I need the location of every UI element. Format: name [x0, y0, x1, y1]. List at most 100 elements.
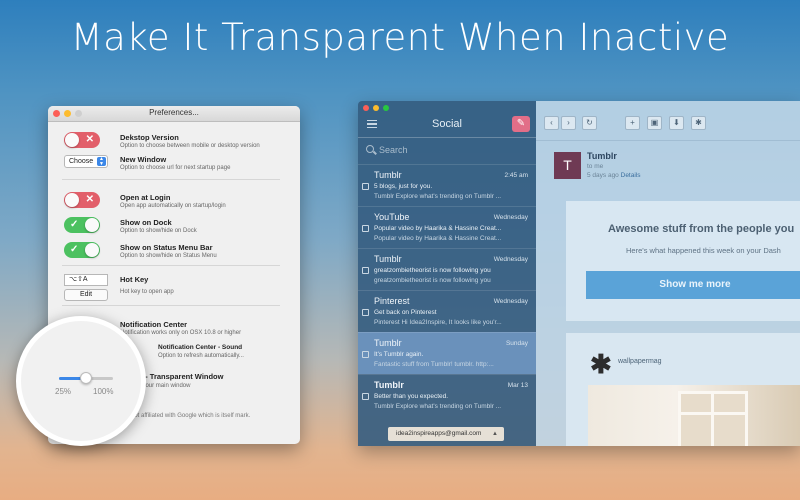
show-me-more-button[interactable]: Show me more: [586, 271, 800, 299]
slider-min-label: 25%: [55, 387, 72, 396]
post-image: [588, 385, 800, 446]
message-time: Wednesday: [493, 214, 528, 221]
email-card: Awesome stuff from the people you Here's…: [566, 201, 800, 321]
hotkey-field[interactable]: ⌥⇧A: [64, 274, 108, 286]
magnifier-lens: 25% 100%: [16, 316, 146, 446]
message-list-pane: Social ✎ Search Tumblr 2:45 am 5 blogs, …: [358, 101, 536, 446]
headline: Make It Transparent When Inactive: [70, 16, 730, 59]
message-preview: Tumblr Explore what's trending on Tumblr…: [374, 403, 502, 410]
preferences-titlebar: Preferences...: [48, 106, 300, 122]
transparency-slider[interactable]: [59, 372, 113, 384]
choose-label: Choose: [69, 158, 94, 165]
message-time: Wednesday: [493, 298, 528, 305]
pref-subtitle: Option to show/hide on Status Menu: [120, 253, 217, 259]
minimize-button[interactable]: [373, 105, 379, 111]
divider: [358, 137, 536, 138]
settings-button[interactable]: ✱: [691, 116, 706, 130]
details-link[interactable]: Details: [621, 172, 641, 179]
triangle-up-icon: ▲: [492, 431, 498, 437]
sender-name: Tumblr: [587, 151, 617, 161]
window-controls: [363, 105, 389, 111]
plus-icon: +: [630, 118, 635, 127]
pref-subtitle: Notification works only on OSX 10.8 or h…: [120, 330, 242, 336]
show-on-status-menu-toggle[interactable]: ✓: [64, 242, 100, 258]
search-placeholder: Search: [379, 145, 408, 155]
open-at-login-toggle[interactable]: ✕: [64, 192, 100, 208]
pref-title: Show on Status Menu Bar: [120, 243, 213, 252]
message-checkbox[interactable]: [362, 183, 369, 190]
message-preview: Fantastic stuff from Tumblr! tumblr. htt…: [374, 361, 494, 368]
download-icon: ⬇: [673, 118, 680, 127]
message-sender: Tumblr: [374, 338, 402, 348]
search-input[interactable]: Search: [366, 143, 528, 157]
message-item[interactable]: Pinterest Wednesday Get back on Pinteres…: [358, 290, 536, 332]
message-subject: It's Tumblr again.: [374, 351, 424, 358]
message-item-selected[interactable]: Tumblr Sunday It's Tumblr again. Fantast…: [358, 332, 536, 374]
pref-subtitle: Option to show/hide on Dock: [120, 228, 197, 234]
pref-title: Dekstop Version: [120, 133, 179, 142]
card-heading: Awesome stuff from the people you: [608, 223, 795, 235]
message-sender: YouTube: [374, 212, 410, 222]
message-preview: Pinterest Hi Idea2Inspire, It looks like…: [374, 319, 502, 326]
pref-subtitle: Hot key to open app: [120, 289, 174, 295]
message-checkbox[interactable]: [362, 351, 369, 358]
pref-title: Notification Center: [120, 320, 188, 329]
message-subject: 5 blogs, just for you.: [374, 183, 433, 190]
desktop-version-toggle[interactable]: ✕: [64, 132, 100, 148]
pref-subtitle: Option to choose url for next startup pa…: [120, 165, 231, 171]
new-window-choose-select[interactable]: Choose ▲ ▼: [64, 155, 108, 168]
account-email: idea2inspireapps@gmail.com: [396, 430, 482, 437]
avatar: T: [554, 152, 581, 179]
lock-icon: ▣: [650, 118, 659, 127]
add-button[interactable]: +: [625, 116, 640, 130]
folder-title: Social: [432, 118, 462, 130]
asterisk-logo-icon: ✱: [590, 349, 612, 379]
refresh-button[interactable]: ↻: [582, 116, 597, 130]
chevron-right-icon: ›: [567, 118, 570, 127]
x-icon: ✕: [85, 194, 94, 205]
forward-button[interactable]: ›: [561, 116, 576, 130]
post-author[interactable]: wallpapermag: [618, 358, 662, 365]
pref-title: Notification Center - Sound: [158, 344, 243, 351]
message-time: Wednesday: [493, 256, 528, 263]
message-subject: Better than you expected.: [374, 393, 449, 400]
divider: [62, 305, 280, 306]
show-on-dock-toggle[interactable]: ✓: [64, 217, 100, 233]
slider-max-label: 100%: [93, 387, 114, 396]
message-checkbox[interactable]: [362, 225, 369, 232]
recipient-text: to me: [587, 163, 604, 170]
x-icon: ✕: [85, 134, 94, 145]
pref-title: New Window: [120, 155, 167, 164]
sent-date: 5 days ago Details: [587, 172, 641, 179]
hotkey-edit-button[interactable]: Edit: [64, 289, 108, 301]
chevron-left-icon: ‹: [550, 118, 553, 127]
bookshelf-illustration: [678, 391, 748, 446]
message-subject: greatzombietheorist is now following you: [374, 267, 491, 274]
lock-button[interactable]: ▣: [647, 116, 662, 130]
message-item[interactable]: Tumblr Wednesday greatzombietheorist is …: [358, 248, 536, 290]
message-checkbox[interactable]: [362, 309, 369, 316]
account-selector[interactable]: idea2inspireapps@gmail.com ▲: [388, 427, 504, 441]
download-button[interactable]: ⬇: [669, 116, 684, 130]
message-checkbox[interactable]: [362, 393, 369, 400]
post-card: ✱ wallpapermag: [566, 333, 800, 446]
pref-title: Hot Key: [120, 275, 149, 284]
message-item[interactable]: YouTube Wednesday Popular video by Haari…: [358, 206, 536, 248]
pref-title: Show on Dock: [120, 218, 172, 227]
message-item[interactable]: Tumblr Mar 13 Better than you expected. …: [358, 374, 536, 416]
gear-icon: ✱: [695, 118, 702, 127]
compose-button[interactable]: ✎: [512, 116, 530, 132]
message-sender: Tumblr: [374, 254, 402, 264]
close-button[interactable]: [363, 105, 369, 111]
check-icon: ✓: [70, 219, 79, 230]
pref-subtitle: Open app automatically on startup/login: [120, 203, 226, 209]
divider: [62, 179, 280, 180]
divider: [62, 265, 280, 266]
message-item[interactable]: Tumblr 2:45 am 5 blogs, just for you. Tu…: [358, 164, 536, 206]
back-button[interactable]: ‹: [544, 116, 559, 130]
mail-window: Social ✎ Search Tumblr 2:45 am 5 blogs, …: [358, 101, 800, 446]
message-preview: Popular video by Haarika & Hassine Creat…: [374, 235, 502, 242]
message-checkbox[interactable]: [362, 267, 369, 274]
zoom-button[interactable]: [383, 105, 389, 111]
slider-knob[interactable]: [80, 372, 92, 384]
